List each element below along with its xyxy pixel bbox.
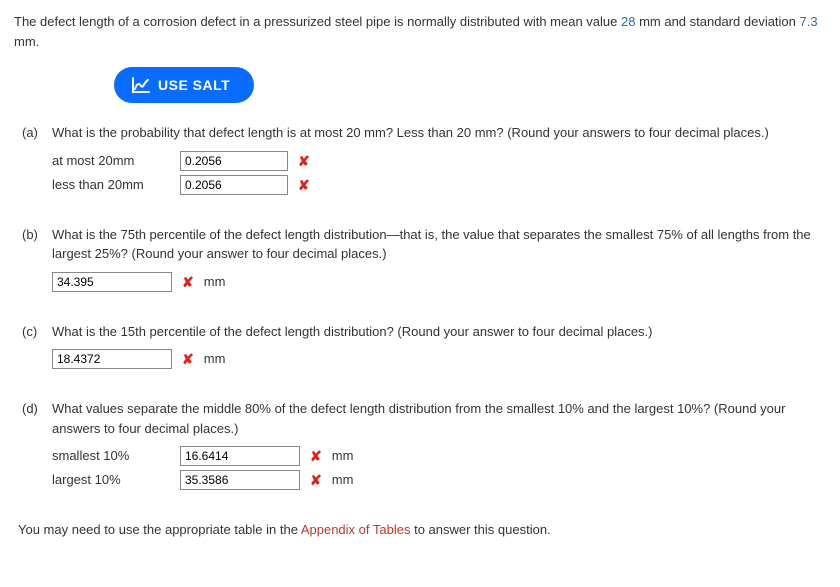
part-d: (d) What values separate the middle 80% … xyxy=(22,399,826,494)
problem-intro: The defect length of a corrosion defect … xyxy=(14,12,826,51)
part-a-row1-label: less than 20mm xyxy=(52,175,170,195)
appendix-link[interactable]: Appendix of Tables xyxy=(301,522,411,537)
wrong-icon: ✘ xyxy=(182,275,194,289)
part-d-question: What values separate the middle 80% of t… xyxy=(52,399,826,438)
footer-suffix: to answer this question. xyxy=(410,522,550,537)
part-b-label: (b) xyxy=(22,225,52,245)
part-c-label: (c) xyxy=(22,322,52,342)
sd-value: 7.3 xyxy=(800,14,818,29)
part-b-question: What is the 75th percentile of the defec… xyxy=(52,225,826,264)
part-a-label: (a) xyxy=(22,123,52,143)
mean-value: 28 xyxy=(621,14,635,29)
part-d-row0-label: smallest 10% xyxy=(52,446,170,466)
part-b-unit: mm xyxy=(204,272,226,292)
part-a-row0-input[interactable] xyxy=(180,151,288,171)
part-d-row0-input[interactable] xyxy=(180,446,300,466)
part-c-question: What is the 15th percentile of the defec… xyxy=(52,322,826,342)
part-d-row0-unit: mm xyxy=(332,446,354,466)
wrong-icon: ✘ xyxy=(182,352,194,366)
footer-prefix: You may need to use the appropriate tabl… xyxy=(18,522,301,537)
part-b-input[interactable] xyxy=(52,272,172,292)
use-salt-label: USE SALT xyxy=(158,77,230,93)
part-a-row0-label: at most 20mm xyxy=(52,151,170,171)
footer-note: You may need to use the appropriate tabl… xyxy=(18,520,826,540)
part-c-unit: mm xyxy=(204,349,226,369)
part-d-row1-input[interactable] xyxy=(180,470,300,490)
wrong-icon: ✘ xyxy=(310,449,322,463)
part-c-input[interactable] xyxy=(52,349,172,369)
part-d-label: (d) xyxy=(22,399,52,419)
intro-mid: mm and standard deviation xyxy=(635,14,799,29)
part-c: (c) What is the 15th percentile of the d… xyxy=(22,322,826,374)
part-a-question: What is the probability that defect leng… xyxy=(52,123,826,143)
wrong-icon: ✘ xyxy=(310,473,322,487)
part-d-row1-label: largest 10% xyxy=(52,470,170,490)
use-salt-button[interactable]: USE SALT xyxy=(114,67,254,103)
part-d-row1-unit: mm xyxy=(332,470,354,490)
wrong-icon: ✘ xyxy=(298,178,310,192)
part-b: (b) What is the 75th percentile of the d… xyxy=(22,225,826,296)
wrong-icon: ✘ xyxy=(298,154,310,168)
part-a-row1-input[interactable] xyxy=(180,175,288,195)
chart-icon xyxy=(132,77,150,93)
intro-suffix: mm. xyxy=(14,34,39,49)
intro-text-prefix: The defect length of a corrosion defect … xyxy=(14,14,621,29)
part-a: (a) What is the probability that defect … xyxy=(22,123,826,199)
